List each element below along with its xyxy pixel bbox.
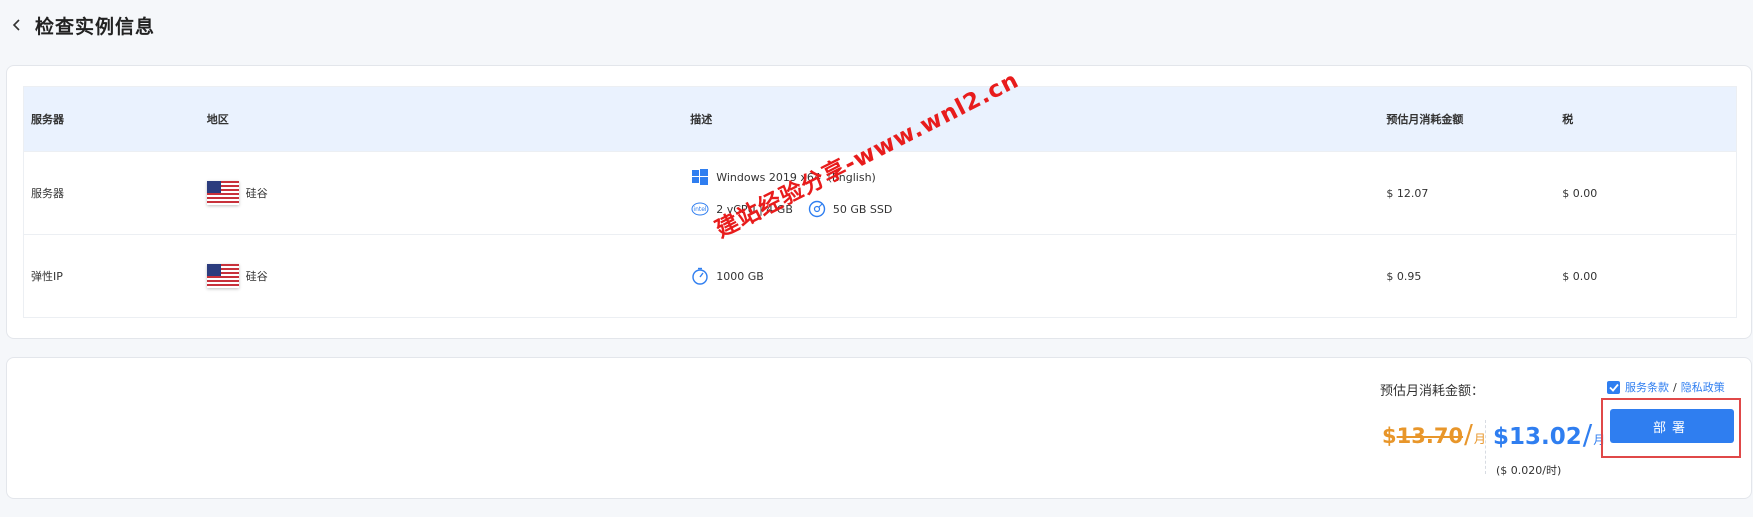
cell-monthly-cost: $ 12.07: [1386, 186, 1429, 200]
os-text: Windows 2019 x64（English): [716, 171, 876, 184]
cell-server: 服务器: [31, 187, 64, 200]
cpu-memory-text: 2 vCPU | 4 GB: [716, 202, 793, 216]
new-amount: 13.02: [1509, 424, 1582, 450]
table-header: 服务器 地区 描述 预估月消耗金额 税: [24, 87, 1736, 151]
terms-agreement: 服务条款 / 隐私政策: [1607, 379, 1725, 395]
disk-text: 50 GB SSD: [832, 202, 893, 216]
old-amount: 13.70: [1396, 424, 1464, 448]
spec-line: intel 2 vCPU | 4 GB 50 GB SSD: [690, 197, 1379, 221]
page-header: 检查实例信息: [0, 0, 1753, 50]
us-flag-icon: [206, 264, 239, 288]
svg-text:intel: intel: [694, 206, 708, 213]
old-currency: $: [1382, 424, 1397, 448]
column-header-tax: 税: [1562, 113, 1574, 126]
column-header-region: 地区: [206, 113, 229, 126]
cell-region: 硅谷: [200, 181, 683, 205]
chevron-left-icon[interactable]: [5, 13, 29, 37]
table-row-elastic-ip: 弹性IP 硅谷 1000 GB $ 0.95 $ 0.00: [24, 234, 1736, 317]
bandwidth-line: 1000 GB: [690, 264, 1379, 288]
terms-of-service-link[interactable]: 服务条款: [1625, 379, 1669, 395]
os-line: Windows 2019 x64（English): [690, 165, 1379, 189]
bandwidth-icon: [690, 266, 710, 286]
us-flag-icon: [206, 181, 239, 205]
discounted-price: $ 13.02 / 月: [1493, 418, 1605, 451]
region-label: 硅谷: [245, 270, 268, 283]
bandwidth-text: 1000 GB: [716, 269, 764, 283]
price-summary-card: 预估月消耗金额： $ 13.70 / 月 $ 13.02 / 月 ($ 0.02…: [6, 357, 1752, 499]
cell-description: Windows 2019 x64（English) intel 2 vCPU |…: [683, 165, 1379, 221]
privacy-policy-link[interactable]: 隐私政策: [1681, 379, 1725, 395]
cell-region: 硅谷: [200, 264, 683, 288]
cell-server: 弹性IP: [31, 270, 63, 283]
cell-tax: $ 0.00: [1562, 269, 1598, 283]
column-header-monthly-cost: 预估月消耗金额: [1386, 113, 1464, 126]
summary-label: 预估月消耗金额：: [1380, 384, 1485, 399]
terms-separator: /: [1673, 380, 1677, 394]
deploy-highlight-box: 部署: [1601, 398, 1741, 458]
instance-table: 服务器 地区 描述 预估月消耗金额 税 服务器 硅谷 Windows 2019 …: [23, 86, 1737, 318]
region-label: 硅谷: [245, 187, 268, 200]
instance-table-card: 服务器 地区 描述 预估月消耗金额 税 服务器 硅谷 Windows 2019 …: [6, 65, 1752, 339]
windows-icon: [690, 167, 710, 187]
cell-description: 1000 GB: [683, 264, 1379, 288]
deploy-button[interactable]: 部署: [1610, 409, 1734, 443]
column-header-server: 服务器: [31, 113, 64, 126]
price-divider: [1485, 420, 1486, 474]
original-price: $ 13.70 / 月: [1382, 420, 1486, 450]
cell-monthly-cost: $ 0.95: [1386, 269, 1422, 283]
checkbox-checked-icon[interactable]: [1607, 380, 1620, 394]
page-title: 检查实例信息: [35, 15, 156, 38]
cell-tax: $ 0.00: [1562, 186, 1598, 200]
cpu-icon: intel: [690, 199, 710, 219]
new-slash: /: [1582, 418, 1593, 451]
new-currency: $: [1493, 424, 1510, 450]
table-row-server: 服务器 硅谷 Windows 2019 x64（English) intel 2…: [24, 151, 1736, 234]
old-slash: /: [1464, 420, 1473, 450]
column-header-description: 描述: [690, 113, 713, 126]
hourly-price: ($ 0.020/时): [1496, 464, 1562, 477]
disk-icon: [807, 199, 827, 219]
